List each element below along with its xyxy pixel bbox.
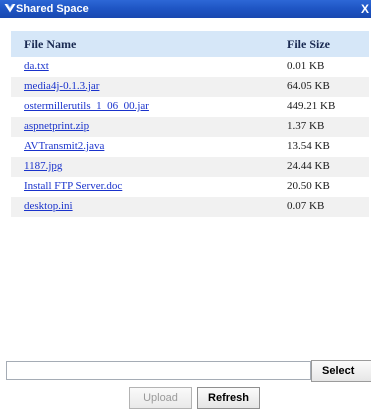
table-row: AVTransmit2.java 13.54 KB [11,137,369,157]
file-link[interactable]: da.txt [24,60,49,72]
shared-space-logo-icon [4,3,16,13]
shared-space-window: Shared Space X File Name File Size da.tx… [0,0,371,414]
upload-button[interactable]: Upload [129,387,192,409]
file-size: 0.01 KB [287,60,325,72]
file-list-panel: File Name File Size da.txt 0.01 KB media… [11,31,369,338]
file-link[interactable]: desktop.ini [24,200,73,212]
file-link[interactable]: AVTransmit2.java [24,140,104,152]
table-row: da.txt 0.01 KB [11,57,369,77]
file-table-header: File Name File Size [11,31,369,57]
file-link[interactable]: 1187.jpg [24,160,62,172]
file-size: 64.05 KB [287,80,330,92]
table-row: 1187.jpg 24.44 KB [11,157,369,177]
file-link[interactable]: Install FTP Server.doc [24,180,122,192]
file-size: 24.44 KB [287,160,330,172]
table-row: Install FTP Server.doc 20.50 KB [11,177,369,197]
table-row: ostermillerutils_1_06_00.jar 449.21 KB [11,97,369,117]
file-size: 449.21 KB [287,100,336,112]
file-size: 1.37 KB [287,120,325,132]
file-size: 20.50 KB [287,180,330,192]
file-link[interactable]: aspnetprint.zip [24,120,89,132]
table-row: aspnetprint.zip 1.37 KB [11,117,369,137]
file-link[interactable]: media4j-0.1.3.jar [24,80,99,92]
window-title: Shared Space [16,3,89,15]
file-size: 13.54 KB [287,140,330,152]
refresh-button[interactable]: Refresh [197,387,260,409]
table-row: desktop.ini 0.07 KB [11,197,369,217]
table-row: media4j-0.1.3.jar 64.05 KB [11,77,369,97]
select-file-button[interactable]: Select [311,360,371,382]
title-bar: Shared Space X [0,0,371,18]
file-path-input[interactable] [6,361,311,380]
file-link[interactable]: ostermillerutils_1_06_00.jar [24,100,149,112]
column-header-file-size: File Size [287,37,330,51]
close-icon[interactable]: X [361,0,371,18]
column-header-file-name: File Name [24,37,77,51]
file-size: 0.07 KB [287,200,325,212]
